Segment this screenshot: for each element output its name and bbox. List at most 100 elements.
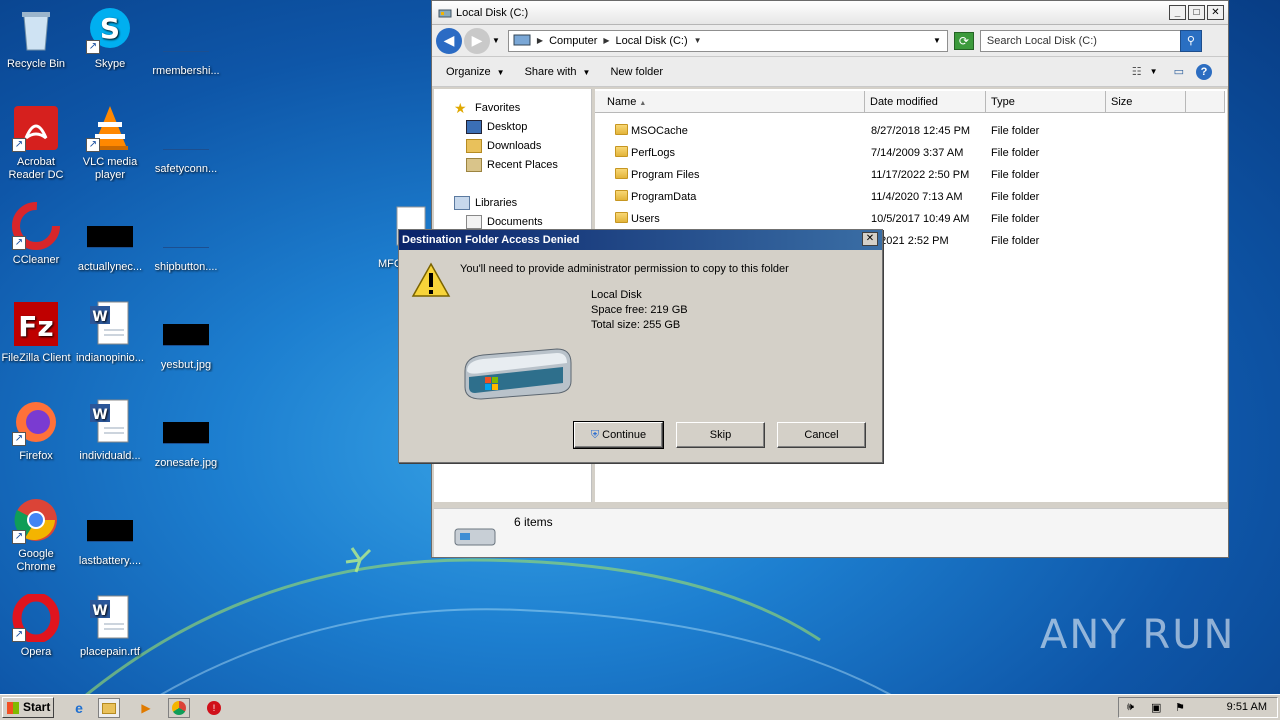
- table-row[interactable]: Program Files 11/17/2022 2:50 PM File fo…: [595, 164, 1227, 186]
- column-header-size[interactable]: Size: [1106, 91, 1186, 113]
- command-bar: Organize ▼ Share with ▼ New folder ☷ ▼ ▭ ?: [432, 57, 1228, 87]
- skip-button[interactable]: Skip: [676, 422, 765, 448]
- desktop-icon-skype[interactable]: S ↗ Skype: [72, 6, 148, 71]
- nav-downloads[interactable]: Downloads: [466, 139, 541, 153]
- nav-desktop[interactable]: Desktop: [466, 120, 527, 134]
- help-icon[interactable]: ?: [1196, 63, 1212, 80]
- table-row[interactable]: MSOCache 8/27/2018 12:45 PM File folder: [595, 120, 1227, 142]
- column-header-date[interactable]: Date modified: [865, 91, 986, 113]
- start-button[interactable]: Start: [2, 697, 54, 718]
- continue-button[interactable]: ⛨ Continue: [573, 421, 664, 449]
- windows-logo-icon: [7, 702, 19, 714]
- view-chevron-down-icon[interactable]: ▼: [1150, 67, 1158, 76]
- desktop-icon-label: Opera: [20, 646, 52, 658]
- dialog-close-button[interactable]: ✕: [862, 232, 878, 246]
- details-pane: 6 items: [434, 508, 1228, 557]
- flag-icon[interactable]: ⚑: [1175, 701, 1185, 714]
- word-document-icon: W: [86, 594, 134, 642]
- computer-icon: [513, 34, 531, 45]
- clock[interactable]: 9:51 AM: [1227, 701, 1267, 713]
- nav-favorites[interactable]: ★ Favorites: [454, 101, 520, 115]
- desktop-icon-word-doc[interactable]: W placepain.rtf: [72, 594, 148, 659]
- new-folder-button[interactable]: New folder: [610, 66, 663, 78]
- refresh-button[interactable]: ⟳: [953, 31, 974, 50]
- desktop-icon-file[interactable]: zonesafe.jpg: [148, 398, 224, 470]
- nav-label: Documents: [487, 216, 543, 228]
- explorer-titlebar[interactable]: Local Disk (C:) _ □ ✕: [432, 1, 1228, 25]
- column-header-name[interactable]: Name ▲: [595, 91, 865, 113]
- desktop-icon-vlc[interactable]: ↗ VLC media player: [72, 104, 148, 182]
- opera-taskbar-icon[interactable]: !: [203, 698, 225, 718]
- column-label: Date modified: [870, 96, 938, 108]
- back-button[interactable]: ◀: [436, 27, 462, 54]
- address-dropdown-icon[interactable]: ▼: [933, 36, 941, 45]
- share-with-label: Share with: [524, 65, 577, 78]
- file-date: 10/5/2017 10:49 AM: [871, 213, 970, 225]
- desktop-icon-recycle-bin[interactable]: Recycle Bin: [0, 6, 74, 71]
- desktop-icon-label: zonesafe.jpg: [154, 457, 218, 469]
- desktop-icon-ccleaner[interactable]: ↗ CCleaner: [0, 202, 74, 267]
- view-options-icon[interactable]: ☷: [1132, 65, 1142, 78]
- file-thumbnail-icon: [87, 226, 133, 248]
- svg-text:W: W: [92, 407, 107, 423]
- breadcrumb-chevron-down-icon[interactable]: ▼: [694, 36, 702, 45]
- address-bar[interactable]: ▶ Computer ▶ Local Disk (C:) ▼ ▼: [507, 29, 948, 52]
- breadcrumb-local-disk[interactable]: Local Disk (C:): [616, 35, 688, 47]
- search-input[interactable]: Search Local Disk (C:) ⚲: [979, 29, 1202, 52]
- desktop-icon-file[interactable]: actuallynec...: [72, 202, 148, 274]
- desktop-icon-label: Acrobat Reader DC: [8, 156, 64, 181]
- dialog-titlebar[interactable]: Destination Folder Access Denied ✕: [399, 230, 882, 250]
- cancel-button[interactable]: Cancel: [777, 422, 866, 448]
- word-document-icon: W: [86, 300, 134, 348]
- desktop-icon-file[interactable]: safetyconn...: [148, 104, 224, 176]
- desktop-icon-word-doc[interactable]: W individuald...: [72, 398, 148, 463]
- desktop-icon-file[interactable]: yesbut.jpg: [148, 300, 224, 372]
- desktop-icon-file[interactable]: rmembershi...: [148, 6, 224, 78]
- file-type: File folder: [991, 147, 1040, 159]
- dialog-title: Destination Folder Access Denied: [402, 234, 580, 246]
- start-label: Start: [23, 700, 51, 714]
- preview-pane-icon[interactable]: ▭: [1174, 65, 1184, 78]
- recycle-bin-icon: [12, 6, 60, 54]
- breadcrumb-computer[interactable]: Computer: [549, 35, 597, 47]
- media-player-taskbar-icon[interactable]: ▶: [135, 698, 157, 718]
- search-icon[interactable]: ⚲: [1179, 29, 1202, 52]
- chrome-icon: [172, 701, 186, 715]
- file-date: 8/27/2018 12:45 PM: [871, 125, 971, 137]
- nav-documents[interactable]: Documents: [466, 215, 543, 229]
- hard-drive-icon: [464, 348, 572, 400]
- desktop-icon-filezilla[interactable]: Fz FileZilla Client: [0, 300, 74, 365]
- network-icon[interactable]: ▣: [1151, 701, 1161, 714]
- close-button[interactable]: ✕: [1207, 5, 1224, 20]
- file-type: File folder: [991, 213, 1040, 225]
- desktop-icon-file[interactable]: shipbutton....: [148, 202, 224, 274]
- sort-ascending-icon: ▲: [639, 100, 647, 107]
- organize-button[interactable]: Organize ▼: [446, 66, 505, 78]
- desktop-icon-file[interactable]: lastbattery....: [72, 496, 148, 568]
- nav-recent-places[interactable]: Recent Places: [466, 158, 558, 172]
- history-chevron-down-icon[interactable]: ▼: [492, 36, 500, 45]
- desktop-icon-firefox[interactable]: ↗ Firefox: [0, 398, 74, 463]
- desktop-icon-word-doc[interactable]: W indianopinio...: [72, 300, 148, 365]
- column-header-type[interactable]: Type: [986, 91, 1106, 113]
- maximize-button[interactable]: □: [1188, 5, 1205, 20]
- desktop-icon-acrobat[interactable]: ↗ Acrobat Reader DC: [0, 104, 74, 182]
- nav-libraries[interactable]: Libraries: [454, 196, 517, 210]
- forward-button[interactable]: ▶: [464, 27, 490, 54]
- acrobat-icon: ↗: [12, 104, 60, 152]
- share-with-button[interactable]: Share with ▼: [525, 66, 591, 78]
- volume-icon[interactable]: 🕪: [1127, 701, 1134, 714]
- desktop-icon-label: VLC media player: [82, 156, 138, 181]
- desktop-icon-opera[interactable]: ↗ Opera: [0, 592, 74, 659]
- total-size: Total size: 255 GB: [591, 319, 681, 331]
- table-row[interactable]: Users 10/5/2017 10:49 AM File folder: [595, 208, 1227, 230]
- libraries-icon: [454, 196, 470, 210]
- chrome-taskbar-icon[interactable]: [168, 698, 190, 718]
- desktop-icon-chrome[interactable]: ↗ Google Chrome: [0, 496, 74, 574]
- table-row[interactable]: ProgramData 11/4/2020 7:13 AM File folde…: [595, 186, 1227, 208]
- table-row[interactable]: PerfLogs 7/14/2009 3:37 AM File folder: [595, 142, 1227, 164]
- internet-explorer-taskbar-icon[interactable]: e: [68, 698, 90, 718]
- explorer-taskbar-icon[interactable]: [98, 698, 120, 718]
- organize-label: Organize: [446, 65, 491, 78]
- minimize-button[interactable]: _: [1169, 5, 1186, 20]
